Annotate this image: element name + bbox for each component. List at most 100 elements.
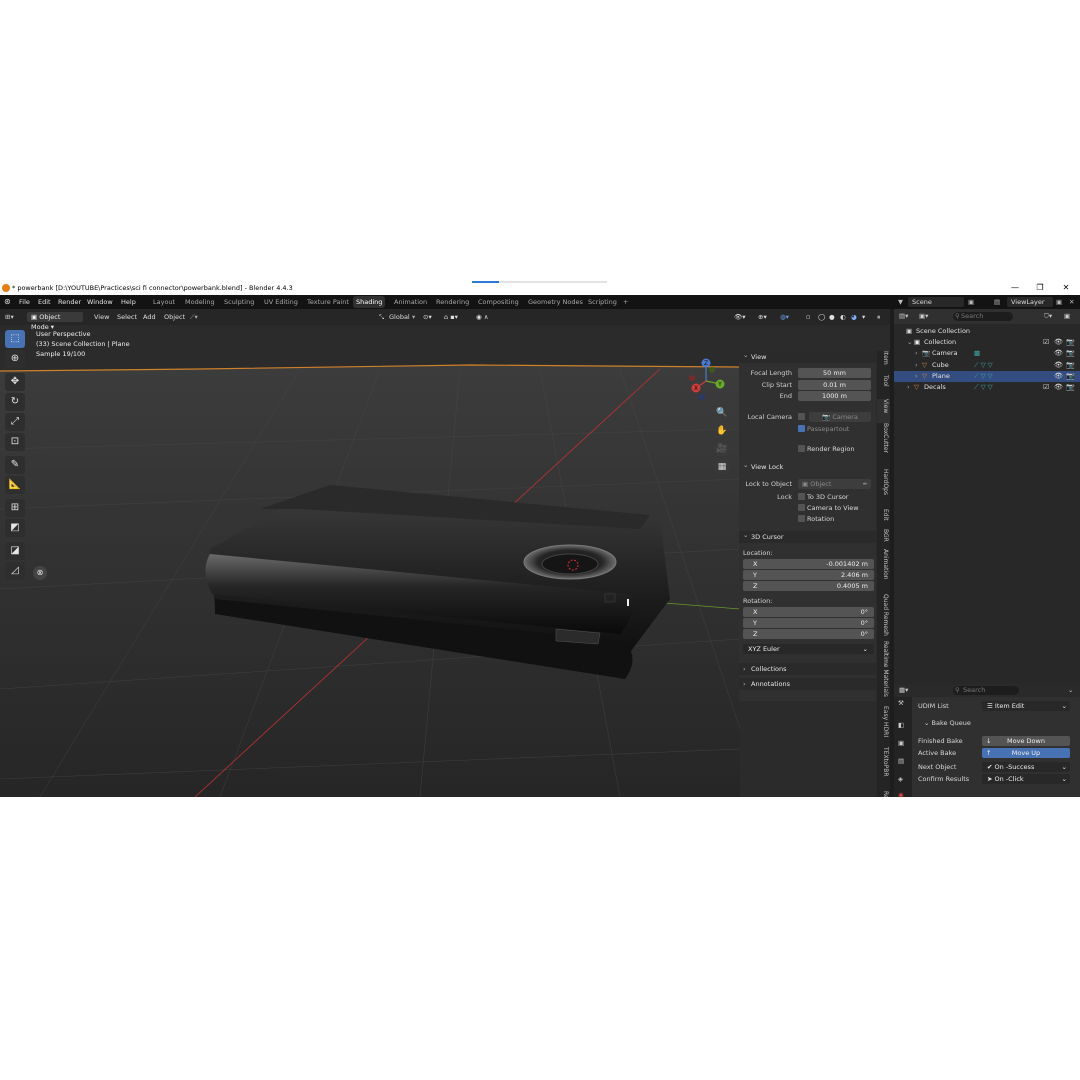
maximize-button[interactable]: ❐ [1027, 281, 1053, 295]
chevron-right-icon[interactable]: › [915, 371, 918, 382]
scene-icon[interactable]: ▼ [898, 295, 903, 309]
eye-icon[interactable]: 👁 [1054, 337, 1063, 348]
viewport-header-extra-icon[interactable]: ⟋▾ [190, 309, 198, 325]
sidetab-realtime-materials[interactable]: Realtime Materials [877, 641, 890, 706]
chevron-right-icon[interactable]: › [915, 360, 918, 371]
cursor-location-y[interactable]: Y 2.406 m [743, 570, 874, 580]
menu-render[interactable]: Render [58, 295, 81, 309]
outliner-item-decals[interactable]: › ▽ Decals ⟋ ▽ ▽ ☑ 👁 📷 [894, 382, 1080, 393]
shading-solid-icon[interactable]: ● [829, 309, 835, 325]
measure-tool[interactable]: 📐 [5, 476, 25, 494]
camera-data-icon[interactable]: ▩ [974, 348, 980, 359]
pan-hand-icon[interactable]: ✋ [714, 423, 730, 439]
select-box-tool[interactable]: ⬚ [5, 330, 25, 348]
exclude-checkbox[interactable]: ☑ [1043, 337, 1049, 348]
panel-header-3d-cursor[interactable]: 3D Cursor [739, 529, 876, 543]
render-camera-icon[interactable]: 📷 [1066, 348, 1075, 359]
tab-modeling[interactable]: Modeling [182, 296, 218, 308]
view-layer-tab-icon[interactable]: ▤ [898, 757, 904, 765]
new-view-layer-icon[interactable]: ▣ [1056, 295, 1062, 309]
tab-texture-paint[interactable]: Texture Paint [304, 296, 352, 308]
outliner-item-plane[interactable]: › ▽ Plane ⟋ ▽ ▽ 👁 📷 [894, 370, 1080, 382]
viewport-menu-view[interactable]: View [94, 309, 109, 325]
chevron-down-icon[interactable]: ⌄ [907, 337, 912, 348]
world-tab-icon[interactable]: ◉ [898, 791, 904, 797]
sidetab-hardops[interactable]: HardOps [877, 469, 890, 509]
proportional-edit-icon[interactable]: ◉ ∧ [476, 309, 489, 325]
scene-selector[interactable]: Scene [908, 297, 964, 307]
transform-orientation-icon[interactable]: ⤡ [379, 309, 384, 325]
tab-animation[interactable]: Animation [391, 296, 430, 308]
transform-orientation-selector[interactable]: Global [389, 309, 410, 325]
menu-file[interactable]: File [19, 295, 30, 309]
move-down-button[interactable]: ↓ Move Down [982, 736, 1070, 746]
eyedropper-icon[interactable]: ✒ [863, 479, 868, 489]
sidetab-reprim[interactable]: RePrim [877, 791, 890, 797]
ortho-grid-icon[interactable]: ▦ [714, 459, 730, 475]
tool-tab-icon[interactable]: ⚒ [898, 699, 904, 707]
output-tab-icon[interactable]: ▣ [898, 739, 904, 747]
viewport-menu-select[interactable]: Select [117, 309, 137, 325]
render-tab-icon[interactable]: ◧ [898, 721, 904, 729]
add-cube-tool[interactable]: ⊞ [5, 499, 25, 517]
minimize-button[interactable]: — [1002, 281, 1028, 295]
cursor-location-x[interactable]: X -0.001402 m [743, 559, 874, 569]
pause-render-icon[interactable]: ⏸ [877, 309, 880, 325]
visibility-icon[interactable]: 👁▾ [734, 309, 746, 325]
gizmo-toggle-icon[interactable]: ⊕▾ [758, 309, 767, 325]
zoom-icon[interactable]: 🔍 [714, 405, 730, 421]
passepartout-checkbox[interactable] [798, 425, 805, 432]
render-region-checkbox[interactable] [798, 445, 805, 452]
panel-header-view[interactable]: View [739, 349, 876, 363]
sidetab-edit[interactable]: Edit [877, 509, 890, 529]
filter-icon[interactable]: ⛉▾ [1044, 312, 1052, 321]
render-camera-icon[interactable]: 📷 [1066, 382, 1075, 393]
cursor-tool[interactable]: ⊕ [5, 350, 25, 368]
confirm-results-selector[interactable]: ➤ On -Click ⌄ [982, 774, 1070, 784]
properties-options-icon[interactable]: ⌄ [1068, 686, 1073, 694]
render-camera-icon[interactable]: 📷 [1066, 371, 1075, 382]
cursor-rotation-x[interactable]: X 0° [743, 607, 874, 617]
cursor-rotation-y[interactable]: Y 0° [743, 618, 874, 628]
transform-tool[interactable]: ⊡ [5, 433, 25, 451]
outliner-item-scene-collection[interactable]: ▣ Scene Collection [894, 326, 1080, 337]
chevron-right-icon[interactable]: › [915, 348, 918, 359]
eye-icon[interactable]: 👁 [1054, 382, 1063, 393]
tab-compositing[interactable]: Compositing [475, 296, 522, 308]
navigation-gizmo[interactable]: Z Y X [682, 357, 730, 405]
udim-list-selector[interactable]: ☰ Item Edit ⌄ [982, 701, 1070, 711]
tab-uv-editing[interactable]: UV Editing [261, 296, 301, 308]
scene-tab-icon[interactable]: ◈ [898, 775, 903, 783]
tool-settings-icon[interactable]: ⊗ [33, 566, 47, 580]
cursor-rotation-z[interactable]: Z 0° [743, 629, 874, 639]
scale-tool[interactable]: ⤢ [5, 413, 25, 431]
exclude-checkbox[interactable]: ☑ [1043, 382, 1049, 393]
sidetab-view[interactable]: View [877, 399, 890, 423]
sidetab-boxcutter[interactable]: BoxCutter [877, 423, 890, 469]
sidetab-quad-remesh[interactable]: Quad Remesh [877, 594, 890, 641]
clip-end-field[interactable]: 1000 m [798, 391, 871, 401]
sidetab-tool[interactable]: Tool [877, 375, 890, 399]
outliner-item-cube[interactable]: › ▽ Cube ⟋ ▽ ▽ 👁 📷 [894, 360, 1080, 371]
eye-icon[interactable]: 👁 [1054, 371, 1063, 382]
move-tool[interactable]: ✥ [5, 373, 25, 391]
xray-toggle-icon[interactable]: ▫ [806, 309, 810, 325]
shading-wireframe-icon[interactable]: ◯ [818, 309, 825, 325]
menu-help[interactable]: Help [121, 295, 136, 309]
new-collection-icon[interactable]: ▣ [1064, 312, 1070, 320]
menu-edit[interactable]: Edit [38, 295, 51, 309]
modifier-icon[interactable]: ⟋ ▽ ▽ [974, 360, 993, 371]
to-3d-cursor-checkbox[interactable] [798, 493, 805, 500]
sidetab-bgr[interactable]: BGR [877, 529, 890, 549]
mode-selector[interactable]: ▣ Object Mode ▾ [27, 312, 83, 331]
3d-viewport[interactable]: ⊞▾ ▣ Object Mode ▾ View Select Add Objec… [0, 309, 890, 797]
tab-shading[interactable]: Shading [353, 296, 386, 308]
bake-queue-header[interactable]: ⌄ Bake Queue [924, 718, 971, 728]
properties-editor-icon[interactable]: ▦▾ [899, 686, 908, 694]
shading-rendered-icon[interactable]: ◕ [851, 309, 857, 325]
hardops-tool[interactable]: ◪ [5, 542, 25, 560]
render-camera-icon[interactable]: 📷 [1066, 337, 1075, 348]
tab-sculpting[interactable]: Sculpting [221, 296, 257, 308]
overlay-toggle-icon[interactable]: ◍▾ [780, 309, 789, 325]
viewport-menu-add[interactable]: Add [143, 309, 156, 325]
